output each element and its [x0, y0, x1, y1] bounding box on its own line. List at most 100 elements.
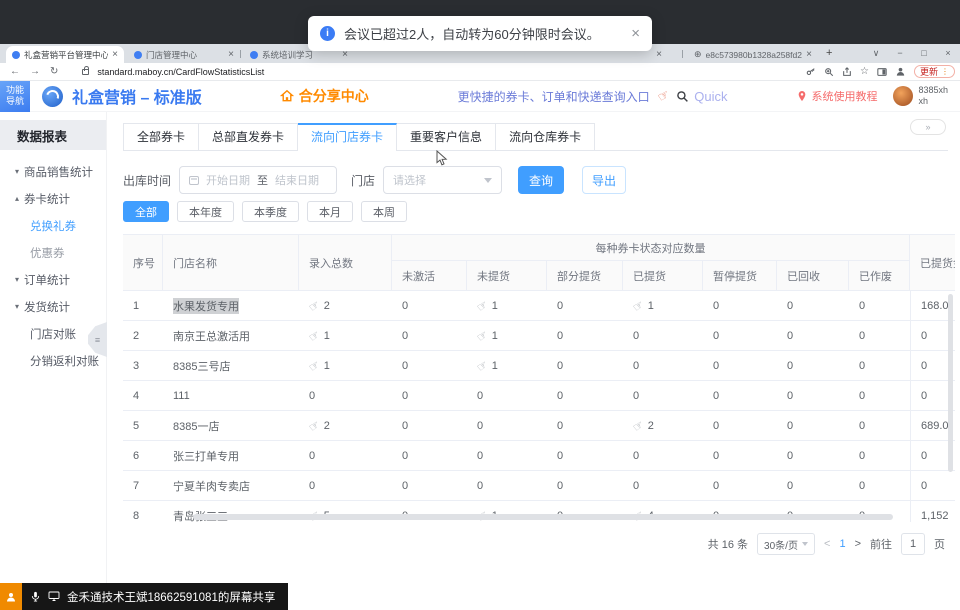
chevron-down-icon: [484, 178, 492, 183]
back-icon[interactable]: ←: [10, 66, 20, 77]
close-tab-icon[interactable]: ×: [806, 49, 812, 60]
table-horizontal-scrollbar[interactable]: [193, 514, 893, 520]
forward-icon[interactable]: →: [30, 66, 40, 77]
share-center-link[interactable]: 合分享中心: [280, 86, 369, 106]
zoom-icon[interactable]: [824, 67, 834, 77]
cell-status-count: 0: [467, 441, 547, 470]
key-icon[interactable]: [806, 67, 816, 77]
cell-store-name: 南京王总激活用: [163, 321, 299, 350]
prev-page-button[interactable]: <: [824, 538, 830, 550]
hand-pointer-icon: ☞: [474, 357, 491, 375]
new-tab-icon[interactable]: +: [826, 47, 832, 59]
tab-search-chevron-icon[interactable]: ∨: [864, 44, 888, 63]
export-button[interactable]: 导出: [582, 166, 626, 194]
browser-tab[interactable]: 礼盒营销平台管理中心 ×: [6, 46, 124, 63]
split-screen-icon[interactable]: [877, 67, 887, 77]
cell-status-count[interactable]: ☞1: [467, 351, 547, 380]
browser-tab[interactable]: ⊕e8c573980b1328a258fd2e618×: [688, 46, 818, 63]
cell-total-count[interactable]: ☞1: [299, 351, 392, 380]
goto-page-input[interactable]: 1: [901, 533, 925, 555]
close-tab-icon[interactable]: ×: [228, 49, 234, 60]
cell-amount: 0: [910, 471, 955, 500]
cell-status-count: 0: [703, 411, 777, 440]
share-participant-avatar[interactable]: [0, 583, 22, 610]
sidebar-item[interactable]: ▾订单统计: [0, 266, 106, 293]
meeting-toast: i 会议已超过2人，自动转为60分钟限时会议。 ×: [308, 16, 652, 51]
quick-range-button[interactable]: 本周: [361, 201, 407, 222]
cell-status-count[interactable]: ☞1: [467, 321, 547, 350]
collapse-panel-button[interactable]: »: [910, 119, 946, 135]
maximize-window-icon[interactable]: □: [912, 44, 936, 63]
sidebar-item[interactable]: ▾商品销售统计: [0, 158, 106, 185]
cell-status-count: 0: [703, 291, 777, 320]
table-row[interactable]: 1水果发货专用☞20☞10☞1000168.0: [123, 291, 955, 321]
column-header-status: 未提货: [467, 261, 547, 290]
main-tab[interactable]: 流向门店券卡: [298, 123, 397, 150]
table-vertical-scrollbar[interactable]: [948, 294, 953, 472]
sidebar-item[interactable]: 分销返利对账: [0, 347, 106, 374]
quick-range-button[interactable]: 本月: [307, 201, 353, 222]
nav-toggle-button[interactable]: 功能 导航: [0, 81, 30, 112]
browser-tab[interactable]: 门店管理中心×: [128, 46, 240, 63]
close-tab-icon[interactable]: ×: [112, 49, 118, 60]
current-page-number[interactable]: 1: [839, 538, 845, 550]
main-tab[interactable]: 流向仓库券卡: [496, 123, 595, 150]
next-page-button[interactable]: >: [855, 538, 861, 550]
close-tab-icon[interactable]: ×: [656, 49, 662, 60]
site-favicon: [134, 51, 142, 59]
column-header-status: 已回收: [777, 261, 849, 290]
main-tab[interactable]: 总部直发券卡: [199, 123, 298, 150]
cell-status-count[interactable]: ☞1: [467, 291, 547, 320]
sidebar-item[interactable]: ▴券卡统计: [0, 185, 106, 212]
quick-range-button[interactable]: 全部: [123, 201, 169, 222]
url-bar[interactable]: standard.maboy.cn/CardFlowStatisticsList: [97, 67, 264, 77]
share-icon[interactable]: [842, 67, 852, 77]
cell-status-count[interactable]: ☞2: [623, 411, 703, 440]
profile-icon[interactable]: [895, 66, 906, 77]
site-favicon: [250, 51, 258, 59]
cell-total-count[interactable]: ☞2: [299, 411, 392, 440]
screen-share-icon[interactable]: [48, 591, 60, 602]
cell-total-count[interactable]: ☞1: [299, 321, 392, 350]
cell-total-count[interactable]: ☞2: [299, 291, 392, 320]
table-row[interactable]: 6张三打单专用000000000: [123, 441, 955, 471]
bookmark-star-icon[interactable]: ☆: [860, 67, 869, 77]
chrome-update-button[interactable]: 更新⋮: [914, 65, 955, 78]
store-filter-label: 门店: [351, 172, 375, 189]
quick-search-label[interactable]: Quick: [694, 89, 727, 104]
table-row[interactable]: 58385一店☞2000☞2000689.0: [123, 411, 955, 441]
user-avatar[interactable]: [893, 86, 913, 106]
column-header-status: 暂停提货: [703, 261, 777, 290]
mouse-cursor: [436, 150, 448, 172]
cell-status-count: 0: [623, 381, 703, 410]
sidebar-item[interactable]: ▾发货统计: [0, 293, 106, 320]
close-window-icon[interactable]: ×: [936, 44, 960, 63]
sidebar-item[interactable]: 优惠券: [0, 239, 106, 266]
cell-status-count[interactable]: ☞1: [623, 291, 703, 320]
close-icon[interactable]: ×: [631, 25, 640, 42]
sidebar-item-label: 发货统计: [24, 299, 70, 315]
main-tab[interactable]: 重要客户信息: [397, 123, 496, 150]
caret-up-icon: ▴: [15, 194, 19, 203]
table-row[interactable]: 7宁夏羊肉专卖店000000000: [123, 471, 955, 501]
quick-range-button[interactable]: 本年度: [177, 201, 234, 222]
reload-icon[interactable]: ↻: [50, 66, 58, 77]
table-row[interactable]: 4111000000000: [123, 381, 955, 411]
column-header-status: 已提货: [623, 261, 703, 290]
search-icon[interactable]: [676, 90, 689, 103]
sidebar-item[interactable]: 兑换礼券: [0, 212, 106, 239]
main-tab[interactable]: 全部券卡: [123, 123, 199, 150]
tab-title: 礼盒营销平台管理中心: [24, 49, 108, 61]
tutorial-link[interactable]: 系统使用教程: [797, 88, 877, 104]
table-row[interactable]: 2南京王总激活用☞10☞1000000: [123, 321, 955, 351]
page-size-select[interactable]: 30条/页: [757, 533, 815, 555]
table-row[interactable]: 38385三号店☞10☞1000000: [123, 351, 955, 381]
quick-range-button[interactable]: 本季度: [242, 201, 299, 222]
cell-status-count: 0: [703, 351, 777, 380]
search-button[interactable]: 查询: [518, 166, 564, 194]
date-range-input[interactable]: 开始日期 至 结束日期: [179, 166, 337, 194]
hand-pointer-icon: ☞: [306, 297, 323, 315]
column-header-status: 部分提货: [547, 261, 623, 290]
minimize-window-icon[interactable]: −: [888, 44, 912, 63]
microphone-icon[interactable]: [30, 591, 41, 602]
